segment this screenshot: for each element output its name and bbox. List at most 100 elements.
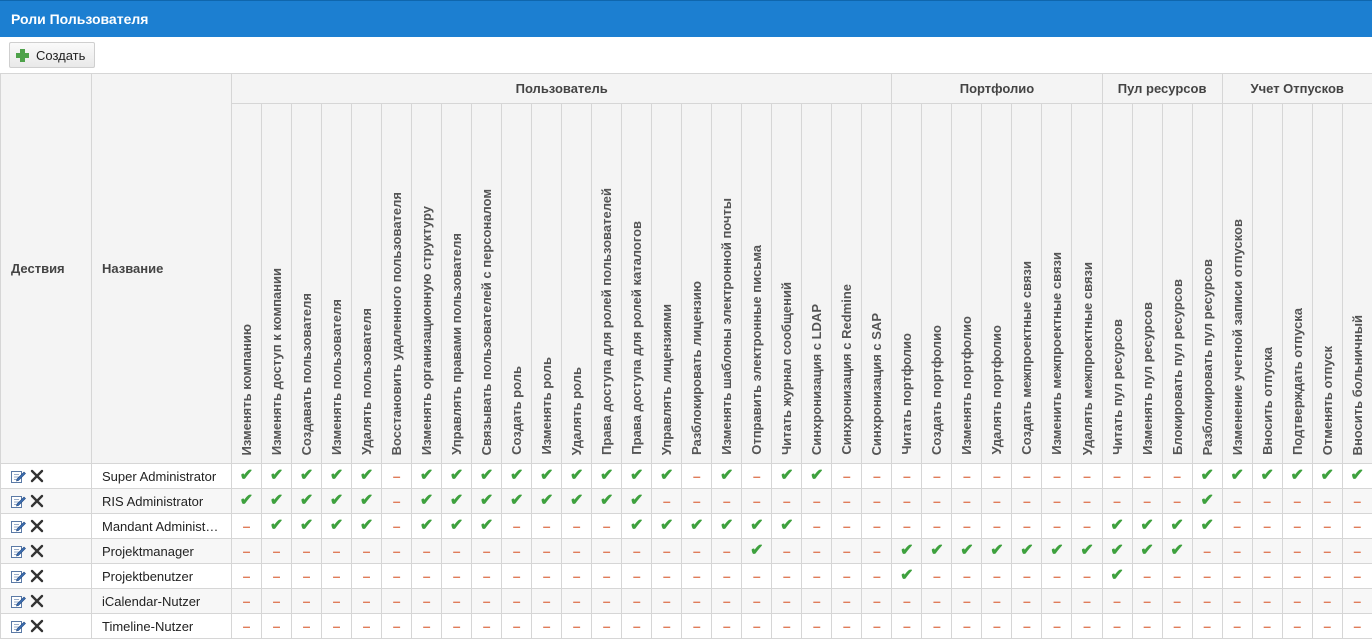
permission-cell[interactable]: – <box>1071 563 1103 589</box>
permission-cell[interactable]: – <box>1311 613 1343 639</box>
permission-cell[interactable]: – <box>831 613 863 639</box>
permission-cell[interactable]: – <box>1041 513 1073 539</box>
column-header[interactable]: Вносить больничный <box>1341 103 1372 464</box>
permission-cell[interactable]: ✔ <box>1131 538 1163 564</box>
permission-cell[interactable]: – <box>891 488 923 514</box>
permission-cell[interactable]: ✔ <box>591 488 623 514</box>
permission-cell[interactable]: – <box>1281 563 1313 589</box>
permission-cell[interactable]: – <box>501 513 533 539</box>
permission-cell[interactable]: – <box>1221 488 1253 514</box>
edit-icon[interactable] <box>10 468 26 484</box>
permission-cell[interactable]: – <box>321 588 353 614</box>
permission-cell[interactable]: ✔ <box>321 513 353 539</box>
permission-cell[interactable]: – <box>591 588 623 614</box>
permission-cell[interactable]: ✔ <box>261 488 293 514</box>
permission-cell[interactable]: – <box>351 613 383 639</box>
permission-cell[interactable]: – <box>771 588 803 614</box>
permission-cell[interactable]: – <box>1251 563 1283 589</box>
permission-cell[interactable]: – <box>861 563 893 589</box>
permission-cell[interactable]: – <box>411 563 443 589</box>
create-button[interactable]: Создать <box>9 42 96 68</box>
permission-cell[interactable]: ✔ <box>1191 463 1223 489</box>
permission-cell[interactable]: ✔ <box>321 463 353 489</box>
permission-cell[interactable]: – <box>951 513 983 539</box>
permission-cell[interactable]: – <box>531 613 563 639</box>
permission-cell[interactable]: – <box>561 588 593 614</box>
permission-cell[interactable]: ✔ <box>261 513 293 539</box>
column-header[interactable]: Создать роль <box>501 103 533 464</box>
permission-cell[interactable]: – <box>291 588 323 614</box>
permission-cell[interactable]: ✔ <box>801 463 833 489</box>
permission-cell[interactable]: ✔ <box>1161 538 1193 564</box>
permission-cell[interactable]: – <box>651 488 683 514</box>
permission-cell[interactable]: – <box>1221 513 1253 539</box>
column-header[interactable]: Изменять компанию <box>230 103 263 464</box>
table-row[interactable]: Super Administrator ✔ ✔ ✔ ✔ ✔ – ✔ ✔ ✔ ✔ ✔ ✔ ✔ ✔ ✔ – ✔ – ✔ ✔ –… <box>0 463 1372 489</box>
permission-cell[interactable]: – <box>261 538 293 564</box>
column-header[interactable]: Отменять отпуск <box>1311 103 1343 464</box>
column-header[interactable]: Удалять межпроектные связи <box>1071 103 1103 464</box>
permission-cell[interactable]: ✔ <box>771 513 803 539</box>
column-header[interactable]: Читать журнал сообщений <box>771 103 803 464</box>
permission-cell[interactable]: – <box>561 613 593 639</box>
permission-cell[interactable]: – <box>1221 588 1253 614</box>
permission-cell[interactable]: – <box>351 538 383 564</box>
column-header[interactable]: Управлять лицензиями <box>651 103 683 464</box>
column-header[interactable]: Синхронизация с SAP <box>861 103 893 464</box>
permission-cell[interactable]: – <box>381 488 413 514</box>
permission-cell[interactable]: – <box>381 563 413 589</box>
permission-cell[interactable]: – <box>981 588 1013 614</box>
permission-cell[interactable]: – <box>741 613 773 639</box>
permission-cell[interactable]: – <box>291 613 323 639</box>
permission-cell[interactable]: ✔ <box>230 463 263 489</box>
permission-cell[interactable]: ✔ <box>471 488 503 514</box>
permission-cell[interactable]: ✔ <box>1191 488 1223 514</box>
permission-cell[interactable]: – <box>681 538 713 564</box>
permission-cell[interactable]: – <box>861 538 893 564</box>
permission-cell[interactable]: ✔ <box>230 488 263 514</box>
table-row[interactable]: Projektmanager – – – – – – – – – – – – – – – – – ✔ – – – – ✔ ✔ ✔ ✔… <box>0 538 1372 564</box>
permission-cell[interactable]: – <box>230 513 263 539</box>
permission-cell[interactable]: – <box>261 563 293 589</box>
permission-cell[interactable]: – <box>1161 463 1193 489</box>
permission-cell[interactable]: – <box>321 613 353 639</box>
column-header[interactable]: Создать межпроектные связи <box>1011 103 1043 464</box>
permission-cell[interactable]: ✔ <box>1101 538 1133 564</box>
permission-cell[interactable]: – <box>1071 513 1103 539</box>
permission-cell[interactable]: – <box>681 488 713 514</box>
permission-cell[interactable]: – <box>1341 563 1372 589</box>
permission-cell[interactable]: – <box>801 588 833 614</box>
header-name[interactable]: Название <box>91 73 232 464</box>
permission-cell[interactable]: – <box>411 538 443 564</box>
column-header[interactable]: Создать портфолио <box>921 103 953 464</box>
permission-cell[interactable]: – <box>861 588 893 614</box>
permission-cell[interactable]: – <box>1221 538 1253 564</box>
permission-cell[interactable]: – <box>741 488 773 514</box>
permission-cell[interactable]: – <box>1281 613 1313 639</box>
column-header[interactable]: Удалять роль <box>561 103 593 464</box>
permission-cell[interactable]: – <box>1311 538 1343 564</box>
permission-cell[interactable]: – <box>1131 563 1163 589</box>
permission-cell[interactable]: – <box>681 563 713 589</box>
permission-cell[interactable]: – <box>951 463 983 489</box>
permission-cell[interactable]: – <box>921 563 953 589</box>
permission-cell[interactable]: ✔ <box>441 463 473 489</box>
permission-cell[interactable]: – <box>471 538 503 564</box>
permission-cell[interactable]: – <box>981 613 1013 639</box>
column-header[interactable]: Права доступа для ролей каталогов <box>621 103 653 464</box>
permission-cell[interactable]: ✔ <box>711 463 743 489</box>
permission-cell[interactable]: – <box>681 463 713 489</box>
permission-cell[interactable]: – <box>981 513 1013 539</box>
edit-icon[interactable] <box>10 543 26 559</box>
permission-cell[interactable]: – <box>1191 588 1223 614</box>
permission-cell[interactable]: ✔ <box>1131 513 1163 539</box>
column-header[interactable]: Синхронизация с Redmine <box>831 103 863 464</box>
delete-icon[interactable] <box>29 593 45 609</box>
permission-cell[interactable]: – <box>471 588 503 614</box>
permission-cell[interactable]: – <box>1161 588 1193 614</box>
permission-cell[interactable]: ✔ <box>741 538 773 564</box>
permission-cell[interactable]: – <box>1191 613 1223 639</box>
column-header[interactable]: Изменять пользователя <box>321 103 353 464</box>
permission-cell[interactable]: – <box>831 513 863 539</box>
permission-cell[interactable]: ✔ <box>891 563 923 589</box>
